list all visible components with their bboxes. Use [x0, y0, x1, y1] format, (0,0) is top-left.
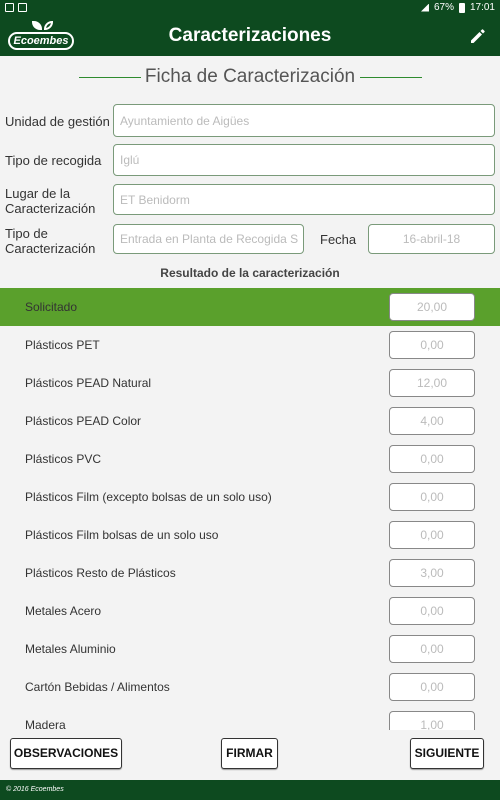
result-label: Plásticos PEAD Color	[25, 414, 142, 428]
battery-percent: 67%	[433, 2, 454, 13]
result-label: Plásticos PVC	[25, 452, 102, 466]
result-row[interactable]: Plásticos Film (excepto bolsas de un sol…	[0, 478, 500, 516]
lugar-label: Lugar de la Caracterización	[5, 186, 95, 216]
result-row[interactable]: Plásticos Resto de Plásticos 3,00	[0, 554, 500, 592]
result-value-field[interactable]: 4,00	[389, 407, 475, 435]
image-notification-icon	[5, 3, 14, 12]
result-value-field[interactable]: 3,00	[389, 559, 475, 587]
result-row[interactable]: Metales Aluminio 0,00	[0, 630, 500, 668]
form-title-text: Ficha de Caracterización	[144, 66, 356, 87]
result-label: Cartón Bebidas / Alimentos	[25, 680, 170, 694]
result-row[interactable]: Cartón Bebidas / Alimentos 0,00	[0, 668, 500, 706]
result-row[interactable]: Plásticos PEAD Color 4,00	[0, 402, 500, 440]
result-value-field[interactable]: 20,00	[389, 293, 475, 321]
siguiente-button[interactable]: SIGUIENTE	[410, 738, 484, 769]
title-divider-right	[360, 77, 422, 78]
result-value-field[interactable]: 0,00	[389, 673, 475, 701]
result-value-field[interactable]: 0,00	[389, 521, 475, 549]
result-label: Plásticos PET	[25, 338, 100, 352]
result-label: Metales Acero	[25, 604, 102, 618]
fecha-label: Fecha	[320, 232, 357, 247]
result-value-field[interactable]: 0,00	[389, 331, 475, 359]
tipo-car-label-line2: Caracterización	[5, 241, 96, 256]
result-row[interactable]: Plásticos PEAD Natural 12,00	[0, 364, 500, 402]
unidad-label: Unidad de gestión	[5, 114, 110, 129]
result-value-field[interactable]: 0,00	[389, 445, 475, 473]
results-list[interactable]: Solicitado 20,00 Plásticos PET 0,00 Plásti…	[0, 288, 500, 730]
lugar-field[interactable]: ET Benidorm	[113, 184, 495, 215]
firmar-button[interactable]: FIRMAR	[221, 738, 278, 769]
result-row[interactable]: Solicitado 20,00	[0, 288, 500, 326]
result-label: Plásticos Resto de Plásticos	[25, 566, 176, 580]
result-row[interactable]: Metales Acero 0,00	[0, 592, 500, 630]
result-value-field[interactable]: 12,00	[389, 369, 475, 397]
result-row[interactable]: Madera 1,00	[0, 706, 500, 730]
battery-icon	[458, 2, 465, 13]
result-label: Metales Aluminio	[25, 642, 116, 656]
result-value-field[interactable]: 0,00	[389, 483, 475, 511]
result-row[interactable]: Plásticos PET 0,00	[0, 326, 500, 364]
app-notification-icon	[18, 3, 27, 12]
tipo-car-label-line1: Tipo de	[5, 226, 48, 241]
fecha-field[interactable]: 16-abril-18	[368, 224, 495, 254]
status-bar: 67% 17:01	[0, 0, 500, 16]
tipo-caracterizacion-label: Tipo de Caracterización	[5, 226, 95, 256]
tipo-recogida-label: Tipo de recogida	[5, 153, 102, 168]
results-title: Resultado de la caracterización	[160, 266, 340, 280]
unidad-gestion-field[interactable]: Ayuntamiento de Aigües	[113, 104, 495, 137]
result-value-field[interactable]: 1,00	[389, 711, 475, 730]
tipo-caracterizacion-field[interactable]: Entrada en Planta de Recogida S	[113, 224, 304, 254]
result-label: Madera	[25, 718, 66, 730]
result-label: Plásticos Film (excepto bolsas de un sol…	[25, 490, 272, 504]
notification-icons	[5, 3, 27, 12]
copyright-footer: © 2016 Ecoembes	[0, 780, 500, 800]
result-row[interactable]: Plásticos Film bolsas de un solo uso 0,00	[0, 516, 500, 554]
result-label: Solicitado	[25, 300, 78, 314]
signal-icon	[420, 3, 429, 12]
lugar-label-line2: Caracterización	[5, 201, 96, 216]
form-title: Ficha de Caracterización	[0, 66, 500, 90]
result-value-field[interactable]: 0,00	[389, 635, 475, 663]
lugar-label-line1: Lugar de la	[5, 186, 71, 201]
page-title: Caracterizaciones	[168, 25, 332, 46]
app-bar: Ecoembes Caracterizaciones	[0, 16, 500, 56]
result-value-field[interactable]: 0,00	[389, 597, 475, 625]
clock: 17:01	[469, 2, 495, 13]
result-label: Plásticos Film bolsas de un solo uso	[25, 528, 219, 542]
observaciones-button[interactable]: OBSERVACIONES	[10, 738, 122, 769]
result-label: Plásticos PEAD Natural	[25, 376, 152, 390]
pencil-icon[interactable]	[468, 26, 488, 46]
action-bar: OBSERVACIONES FIRMAR SIGUIENTE	[0, 730, 500, 780]
result-row[interactable]: Plásticos PVC 0,00	[0, 440, 500, 478]
tipo-recogida-field[interactable]: Iglú	[113, 144, 495, 176]
